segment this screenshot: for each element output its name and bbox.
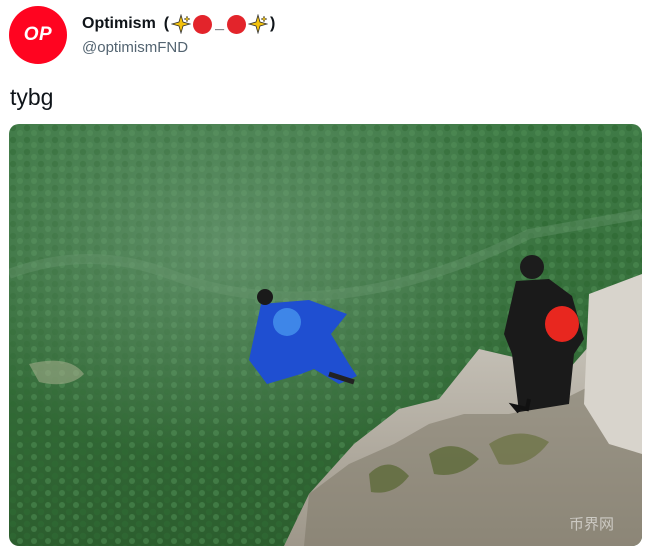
tweet-card[interactable]: OP Optimism ( _ ) @optimismFND tybg 币界网	[0, 0, 651, 553]
wingsuit-photo: 币界网	[9, 124, 642, 546]
tweet-media-image[interactable]: 币界网	[9, 124, 642, 546]
sparkle-emoji-icon	[170, 13, 192, 35]
tweet-text: tybg	[10, 84, 54, 110]
red-circle-emoji-icon	[193, 14, 213, 34]
name-paren-close: )	[270, 15, 276, 32]
red-circle-emoji-icon	[227, 14, 247, 34]
name-underscore: _	[215, 15, 225, 32]
name-paren-open: (	[163, 15, 170, 32]
display-name[interactable]: Optimism	[82, 15, 156, 33]
avatar-logo-text: OP	[23, 24, 53, 45]
sparkle-emoji-icon	[247, 13, 269, 35]
author-name-row[interactable]: Optimism ( _ )	[82, 12, 275, 36]
avatar[interactable]: OP	[9, 6, 67, 64]
author-handle[interactable]: @optimismFND	[82, 39, 188, 56]
watermark-text: 币界网	[569, 516, 614, 533]
